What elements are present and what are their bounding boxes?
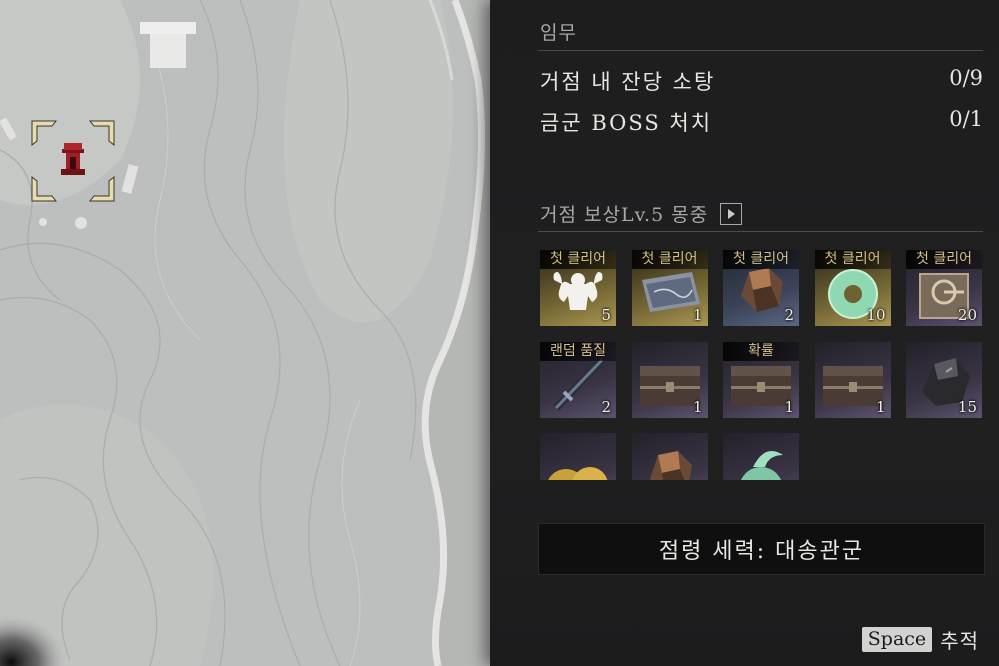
task-name: 금군 BOSS 처치 (540, 111, 713, 135)
reward-slot[interactable]: 첫 클리어 1 (631, 250, 708, 326)
reward-quantity: 1 (875, 397, 886, 416)
task-progress: 0/1 (949, 107, 983, 131)
tasks-title: 임무 (540, 22, 577, 44)
task-row: 금군 BOSS 처치 0/1 (540, 107, 983, 137)
reward-quantity: 5 (601, 306, 611, 324)
reward-slot[interactable]: 첫 클리어 2 (723, 250, 799, 326)
reward-slot[interactable]: 1 (814, 341, 891, 418)
reward-slot[interactable]: 1 (631, 341, 708, 418)
occupying-faction-label: 점령 세력: 대송관군 (658, 539, 865, 564)
occupying-faction-bar: 점령 세력: 대송관군 (538, 523, 985, 575)
reward-quantity: 10 (866, 306, 886, 324)
ore-icon (649, 451, 692, 480)
reward-tag: 첫 클리어 (631, 250, 708, 269)
space-key-hint[interactable]: Space (861, 627, 933, 652)
rewards-header: 거점 보상Lv.5 몽중 (540, 200, 743, 227)
map-terrain (0, 0, 492, 666)
reward-tag: 첫 클리어 (540, 250, 616, 269)
reward-slot[interactable] (631, 433, 708, 480)
reward-tag: 첫 클리어 (723, 250, 799, 269)
reward-quantity: 20 (957, 306, 977, 324)
reward-slot[interactable]: 15 (906, 341, 982, 418)
task-progress: 0/9 (949, 66, 983, 90)
reward-slot[interactable] (540, 433, 616, 480)
track-button[interactable]: Space 추적 (861, 625, 979, 654)
coins-icon (548, 467, 608, 480)
shrine-gate-icon (61, 143, 85, 175)
track-label: 추적 (940, 629, 979, 653)
selected-stronghold-marker[interactable] (30, 119, 116, 203)
rewards-title: 거점 보상Lv.5 몽중 (540, 204, 709, 226)
reward-quantity: 1 (692, 397, 703, 416)
reward-slot[interactable]: 첫 클리어 20 (906, 250, 982, 326)
reward-slot[interactable]: 첫 클리어 10 (814, 250, 891, 326)
jade-pendant-icon (740, 451, 783, 480)
tasks-divider (538, 50, 983, 51)
task-row: 거점 내 잔당 소탕 0/9 (540, 66, 983, 96)
reward-slot[interactable]: 랜덤 품질 2 (540, 341, 616, 418)
reward-slot[interactable]: 첫 클리어 5 (540, 250, 616, 326)
reward-quantity: 1 (692, 306, 703, 324)
reward-quantity: 2 (784, 306, 794, 324)
world-map[interactable] (0, 0, 492, 666)
rewards-divider (538, 231, 983, 232)
expand-arrow-icon[interactable] (720, 202, 743, 225)
stronghold-info-panel: 임무 거점 내 잔당 소탕 0/9 금군 BOSS 처치 0/1 거점 보상Lv… (490, 0, 999, 666)
reward-slot[interactable]: 확률 1 (723, 341, 799, 418)
reward-grid: 첫 클리어 5 첫 클리어 1 첫 클리어 2 첫 클리어 10 첫 클리어 20 랜덤 품질 2 1 확… (540, 250, 990, 480)
reward-slot[interactable] (723, 433, 799, 480)
reward-quantity: 15 (957, 397, 977, 416)
reward-tag: 확률 (723, 341, 799, 361)
reward-quantity: 1 (784, 397, 794, 416)
reward-tag: 첫 클리어 (814, 250, 891, 269)
reward-tag: 첫 클리어 (906, 250, 982, 269)
reward-tag: 랜덤 품질 (540, 341, 616, 361)
reward-quantity: 2 (601, 397, 611, 416)
task-name: 거점 내 잔당 소탕 (540, 70, 716, 94)
